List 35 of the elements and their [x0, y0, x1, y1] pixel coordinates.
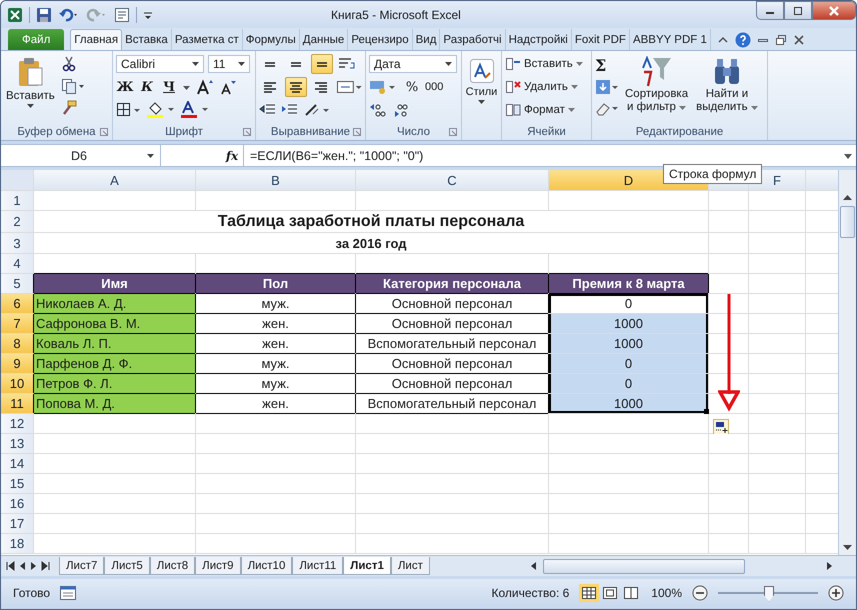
- group-label: Ячейки: [527, 126, 566, 138]
- table-header-cell: Категория персонала: [356, 274, 548, 293]
- group-label: Редактирование: [636, 126, 724, 138]
- table-cell: жен.: [196, 334, 355, 353]
- tooltip: Строка формул: [663, 164, 762, 184]
- table-cell: Попова М. Д.: [34, 394, 195, 413]
- table-cell: Основной персонал: [356, 314, 548, 333]
- table-cell: Коваль Л. П.: [34, 334, 195, 353]
- table-cell: муж.: [196, 294, 355, 313]
- table-cell: Петров Ф. Л.: [34, 374, 195, 393]
- count-text: Количество: 6: [492, 586, 570, 600]
- table-cell: муж.: [196, 374, 355, 393]
- table-cell: Основной персонал: [356, 354, 548, 373]
- group-label: Выравнивание: [270, 126, 350, 138]
- group-label: Буфер обмена: [17, 126, 96, 138]
- table-header-cell: Имя: [34, 274, 195, 293]
- group-label: Число: [396, 126, 430, 138]
- group-label: Шрифт: [165, 126, 203, 138]
- sheet-title: за 2016 год: [34, 233, 708, 253]
- table-cell: Николаев А. Д.: [34, 294, 195, 313]
- table-cell: Сафронова В. М.: [34, 314, 195, 333]
- table-cell: Вспомогательный персонал: [356, 394, 548, 413]
- sheet-title: Таблица заработной платы персонала: [34, 211, 708, 232]
- table-cell: Основной персонал: [356, 374, 548, 393]
- table-cell: Основной персонал: [356, 294, 548, 313]
- table-cell: Вспомогательный персонал: [356, 334, 548, 353]
- table-cell: муж.: [196, 354, 355, 373]
- status-text: Готово: [13, 586, 50, 600]
- window-title: Книга5 - Microsoft Excel: [331, 8, 461, 22]
- zoom-level-text: 100%: [651, 586, 682, 600]
- table-cell: жен.: [196, 394, 355, 413]
- table-cell: жен.: [196, 314, 355, 333]
- table-header-cell: Пол: [196, 274, 355, 293]
- table-header-cell: Премия к 8 марта: [549, 274, 708, 293]
- table-cell: Парфенов Д. Ф.: [34, 354, 195, 373]
